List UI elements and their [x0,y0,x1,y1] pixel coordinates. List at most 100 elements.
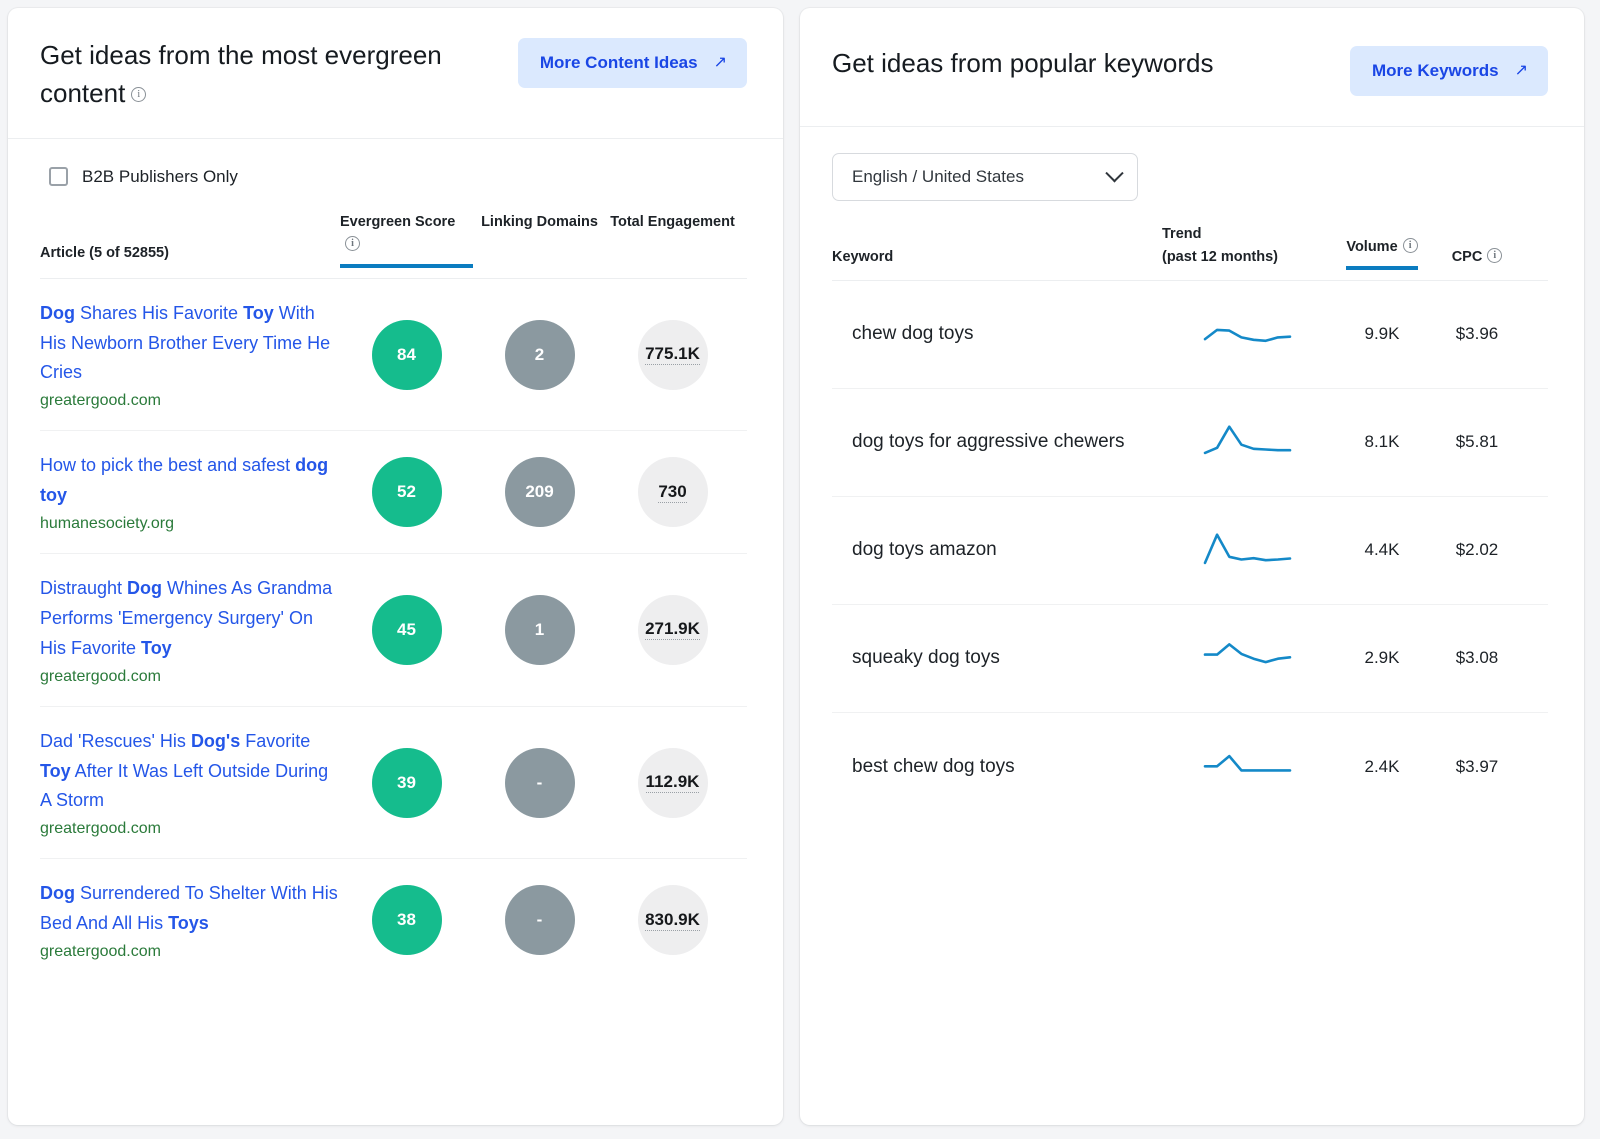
evergreen-score-info-icon[interactable] [345,234,360,257]
article-cell: Dog Surrendered To Shelter With His Bed … [40,879,340,961]
linking-domains-cell: - [473,879,606,961]
linking-domains-badge: - [504,885,575,956]
chevron-down-icon [1105,163,1124,182]
cpc-info-icon[interactable] [1487,246,1503,269]
article-title-link[interactable]: How to pick the best and safest dog toy [40,451,340,511]
linking-domains-badge: 1 [504,594,575,665]
evergreen-score-label: Evergreen Score [340,213,456,230]
article-domain: greatergood.com [40,392,161,410]
evergreen-score-badge: 39 [371,747,442,818]
total-engagement-cell: 775.1K [606,299,739,411]
list-item: dog toys for aggressive chewers 8.1K $5.81 [832,389,1548,497]
column-header-linking-domains[interactable]: Linking Domains [473,211,606,244]
keyword-text[interactable]: best chew dog toys [832,736,1162,798]
article-domain: greatergood.com [40,943,161,961]
keyword-cpc: $5.81 [1455,432,1499,452]
evergreen-score-cell: 45 [340,574,473,686]
trend-label-line2: (past 12 months) [1162,249,1279,266]
keyword-cpc: $3.08 [1455,648,1499,668]
keyword-text[interactable]: squeaky dog toys [832,627,1162,689]
total-engagement-cell: 271.9K [606,574,739,686]
table-row: Distraught Dog Whines As Grandma Perform… [40,554,747,707]
volume-info-icon[interactable] [1402,236,1418,259]
trend-sparkline [1203,754,1291,772]
more-keywords-label: More Keywords [1372,61,1499,80]
keyword-trend-cell [1162,745,1332,789]
volume-label: Volume [1346,239,1398,256]
articles-list: Dog Shares His Favorite Toy With His New… [40,279,747,981]
article-cell: Dad 'Rescues' His Dog's Favorite Toy Aft… [40,727,340,839]
column-header-article: Article (5 of 52855) [40,245,169,262]
evergreen-score-badge: 45 [371,594,442,665]
evergreen-score-cell: 84 [340,299,473,411]
linking-domains-cell: 1 [473,574,606,686]
total-engagement-badge[interactable]: 775.1K [637,319,708,390]
linking-domains-cell: - [473,727,606,839]
b2b-publishers-filter[interactable]: B2B Publishers Only [40,161,747,189]
article-domain: greatergood.com [40,667,161,685]
arrow-up-right-icon: ↗ [713,54,727,71]
evergreen-panel-header: Get ideas from the most evergreen conten… [8,8,783,139]
article-title-link[interactable]: Dad 'Rescues' His Dog's Favorite Toy Aft… [40,727,340,817]
evergreen-score-cell: 38 [340,879,473,961]
evergreen-score-badge: 52 [371,457,442,528]
column-header-cpc[interactable]: CPC [1432,246,1522,279]
locale-select-value: English / United States [852,167,1024,186]
arrow-up-right-icon: ↗ [1514,62,1528,79]
b2b-publishers-label: B2B Publishers Only [82,166,238,186]
table-row: How to pick the best and safest dog toy h… [40,431,747,555]
column-header-volume[interactable]: Volume [1332,236,1432,279]
total-engagement-badge[interactable]: 730 [637,457,708,528]
total-engagement-cell: 730 [606,451,739,533]
trend-sparkline [1203,425,1291,455]
column-header-evergreen-score[interactable]: Evergreen Score [340,211,473,278]
article-title-link[interactable]: Dog Surrendered To Shelter With His Bed … [40,879,340,939]
article-title-link[interactable]: Distraught Dog Whines As Grandma Perform… [40,574,340,664]
trend-label-line1: Trend [1162,226,1202,242]
keyword-text[interactable]: chew dog toys [832,303,1162,365]
keywords-list: chew dog toys 9.9K $3.96 dog toys for aggre… [832,281,1548,821]
linking-domains-badge: 209 [504,457,575,528]
column-header-total-engagement[interactable]: Total Engagement [606,211,739,244]
table-row: Dog Shares His Favorite Toy With His New… [40,279,747,432]
trend-sparkline [1203,643,1291,664]
linking-domains-label: Linking Domains [481,213,598,230]
page-title: Get ideas from the most evergreen conten… [40,38,470,112]
evergreen-score-cell: 52 [340,451,473,533]
evergreen-score-badge: 84 [371,319,442,390]
keyword-trend-cell [1162,528,1332,572]
list-item: dog toys amazon 4.4K $2.02 [832,497,1548,605]
keywords-table-header: Keyword Trend (past 12 months) Volume CP… [832,223,1548,281]
table-row: Dad 'Rescues' His Dog's Favorite Toy Aft… [40,707,747,860]
total-engagement-cell: 830.9K [606,879,739,961]
evergreen-score-badge: 38 [371,885,442,956]
total-engagement-badge[interactable]: 271.9K [637,594,708,665]
linking-domains-cell: 209 [473,451,606,533]
column-header-keyword: Keyword [832,249,894,266]
keyword-cpc: $3.96 [1455,324,1499,344]
more-content-ideas-button[interactable]: More Content Ideas ↗ [517,38,747,88]
list-item: squeaky dog toys 2.9K $3.08 [832,605,1548,713]
article-title-link[interactable]: Dog Shares His Favorite Toy With His New… [40,299,340,389]
keyword-volume: 2.9K [1364,648,1400,668]
keyword-volume: 4.4K [1364,540,1400,560]
b2b-publishers-checkbox[interactable] [49,167,68,187]
article-cell: How to pick the best and safest dog toy h… [40,451,340,533]
total-engagement-cell: 112.9K [606,727,739,839]
keywords-panel-title: Get ideas from popular keywords [832,48,1214,78]
keyword-cpc: $3.97 [1455,756,1499,776]
article-cell: Dog Shares His Favorite Toy With His New… [40,299,340,411]
title-info-icon[interactable] [131,74,147,110]
linking-domains-badge: 2 [504,319,575,390]
total-engagement-badge[interactable]: 830.9K [637,885,708,956]
keyword-text[interactable]: dog toys amazon [832,519,1162,581]
keyword-text[interactable]: dog toys for aggressive chewers [832,411,1162,473]
total-engagement-badge[interactable]: 112.9K [637,747,708,818]
locale-select[interactable]: English / United States [832,153,1138,201]
more-keywords-button[interactable]: More Keywords ↗ [1350,46,1548,96]
keyword-volume: 2.4K [1364,756,1400,776]
linking-domains-badge: - [504,747,575,818]
evergreen-score-cell: 39 [340,727,473,839]
cpc-label: CPC [1451,249,1483,266]
evergreen-content-panel: Get ideas from the most evergreen conten… [8,8,783,1125]
